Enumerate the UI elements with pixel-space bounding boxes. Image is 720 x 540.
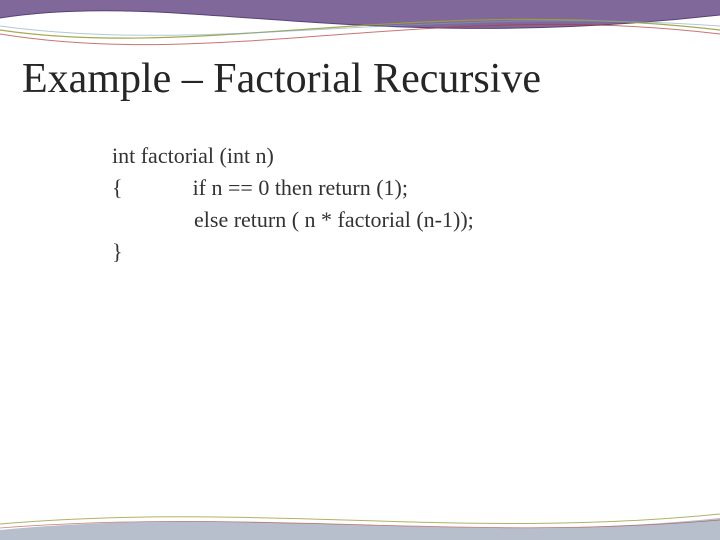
code-text-if: if n == 0 then return (1); [193, 175, 408, 200]
brace-open: { [112, 175, 123, 200]
code-line-4: } [112, 236, 652, 268]
slide-title: Example – Factorial Recursive [22, 56, 541, 102]
code-line-1: int factorial (int n) [112, 140, 652, 172]
footer-swoosh [0, 500, 720, 540]
code-text-else: else return ( n * factorial (n-1)); [194, 207, 474, 232]
code-block: int factorial (int n) { if n == 0 then re… [112, 140, 652, 268]
code-line-3: else return ( n * factorial (n-1)); [112, 204, 652, 236]
code-line-2: { if n == 0 then return (1); [112, 172, 652, 204]
